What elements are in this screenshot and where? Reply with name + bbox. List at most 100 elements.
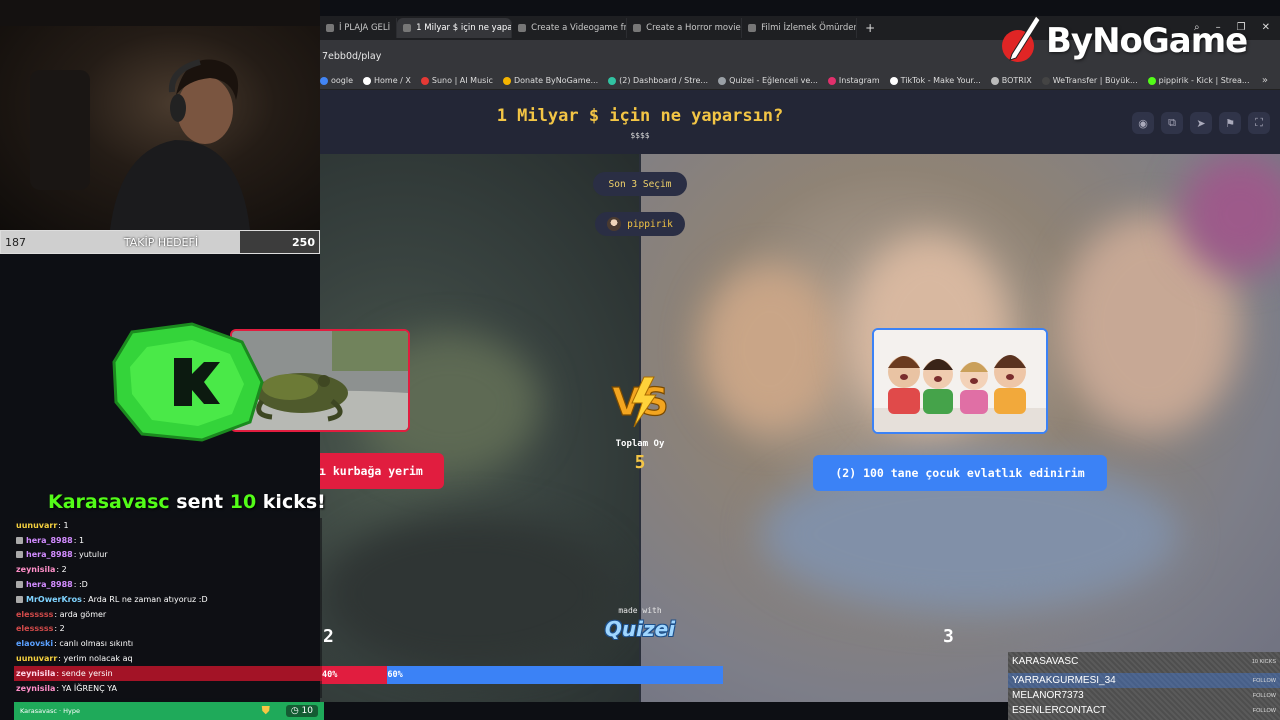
last-choices-pill[interactable]: Son 3 Seçim [593, 172, 687, 196]
browser-tab[interactable]: İ PLAJA GELİ [320, 18, 398, 38]
chat-message: zeynisila: sende yersin [14, 665, 322, 681]
chat-text: : sende yersin [56, 668, 113, 678]
browser-tab[interactable]: Filmi İzlemek Ömürden Ne [742, 18, 858, 38]
header-toolbar: ◉ ⧉ ➤ ⚑ ⛶ [1132, 112, 1270, 134]
tab-label: Create a Horror movies IV [646, 23, 743, 33]
option1-button[interactable]: (1) 3 tane canlı kurbağa yerim [320, 453, 444, 489]
chat-username[interactable]: zeynisila [16, 669, 55, 678]
bookmark-item[interactable]: WeTransfer | Büyük... [1041, 76, 1138, 85]
bookmark-label: pippirik - Kick | Strea... [1158, 76, 1250, 85]
option1-progress: 40% [320, 666, 388, 684]
shield-icon: ⛊ [261, 704, 270, 717]
chat-badge-icon [16, 536, 23, 544]
kick-alert-sent: sent [176, 491, 224, 513]
quizei-logo[interactable]: Quizei [580, 617, 700, 641]
option2-progress: 60% [387, 666, 723, 684]
bookmark-item[interactable]: Home / X [363, 76, 411, 85]
bynogame-watermark: ByNoGame [1000, 14, 1248, 68]
kicks-row-name: YARRAKGURMESI_34 [1012, 675, 1116, 686]
kicks-row-tag: FOLLOW [1252, 692, 1276, 699]
chat-text: : arda gömer [54, 609, 107, 619]
kicks-row-tag: FOLLOW [1252, 707, 1276, 714]
bookmark-item[interactable]: Suno | AI Music [420, 76, 493, 85]
browser-tab[interactable]: Create a Videogame franc [512, 18, 628, 38]
tab-label: Create a Videogame franc [531, 23, 628, 33]
chat-message: uunuvarr: 1 [14, 518, 322, 533]
option2-image[interactable] [872, 328, 1048, 434]
tab-favicon-icon [518, 24, 527, 32]
chat-message: uunuvarr: yerim nolacak aq [14, 651, 322, 666]
chat-username[interactable]: MrOwerKros [26, 595, 82, 604]
bookmark-item[interactable]: Donate ByNoGame... [502, 76, 599, 85]
bookmark-favicon-icon [320, 76, 328, 85]
chat-username[interactable]: zeynisila [16, 565, 55, 574]
kick-alert-amount: 10 [229, 491, 257, 513]
chat-text: : yutulur [73, 550, 108, 560]
close-icon[interactable]: ✕ [1262, 22, 1270, 33]
avatar [607, 217, 622, 231]
kicks-leader-name: KARASAVASC [1012, 656, 1079, 667]
chat-username[interactable]: elesssss [16, 610, 53, 619]
chat-message: hera_8988: yutulur [14, 548, 322, 563]
chat-text: : yerim nolacak aq [58, 654, 133, 664]
chat-username[interactable]: elesssss [16, 624, 53, 633]
eye-icon[interactable]: ◉ [1132, 112, 1154, 134]
chat-badge-icon [16, 551, 23, 559]
chat-message: elesssss: arda gömer [14, 607, 322, 622]
chat-text: : 1 [58, 520, 69, 530]
chat-username[interactable]: uunuvarr [16, 654, 57, 663]
kicks-leader-row: KARASAVASC 10 KICKS [1008, 654, 1280, 669]
bookmark-favicon-icon [990, 76, 999, 85]
browser-tab[interactable]: Create a Horror movies IV [627, 18, 743, 38]
bookmark-label: Home / X [374, 76, 411, 85]
fullscreen-icon[interactable]: ⛶ [1248, 112, 1270, 134]
chat-badge-icon [16, 581, 23, 589]
browser-tab[interactable]: 1 Milyar $ için ne yaparsın✕ [397, 18, 513, 38]
kicks-row-name: MELANOR7373 [1012, 690, 1084, 701]
user-pill[interactable]: pippirik [595, 212, 685, 236]
kick-logo-icon [112, 322, 264, 442]
chat-username[interactable]: hera_8988 [26, 580, 73, 589]
tab-label: 1 Milyar $ için ne yaparsın [416, 23, 513, 33]
bookmark-label: Instagram [838, 76, 880, 85]
hype-value: ◷ 10 [285, 705, 318, 717]
bookmark-label: Quizei - Eğlenceli ve... [729, 76, 818, 85]
chat-message: zeynisila: 2 [14, 562, 322, 577]
user-name: pippirik [627, 218, 673, 230]
tab-favicon-icon [748, 24, 757, 32]
chat-username[interactable]: hera_8988 [26, 550, 73, 559]
bookmark-item[interactable]: pippirik - Kick | Strea... [1147, 76, 1250, 85]
bookmark-item[interactable]: (2) Dashboard / Stre... [608, 76, 708, 85]
chat-username[interactable]: elaovski [16, 639, 53, 648]
chat-username[interactable]: uunuvarr [16, 521, 57, 530]
bookmark-item[interactable]: Quizei - Eğlenceli ve... [718, 76, 818, 85]
chat-username[interactable]: hera_8988 [26, 536, 73, 545]
kids-photo [874, 330, 1046, 432]
bookmark-item[interactable]: TikTok - Make Your... [889, 76, 981, 85]
url-text[interactable]: 7ebb0d/play [322, 51, 381, 62]
option2-button[interactable]: (2) 100 tane çocuk evlatlık edinirim [813, 455, 1107, 491]
bookmark-label: oogle [331, 76, 354, 85]
option1-percent: 40% [322, 670, 338, 680]
send-icon[interactable]: ➤ [1190, 112, 1212, 134]
hype-bar: Karasavasc · Hype ⛊ ◷ 10 [14, 702, 324, 720]
vs-icon: VS [611, 376, 669, 428]
bookmark-label: Donate ByNoGame... [513, 76, 599, 85]
chat-username[interactable]: zeynisila [16, 684, 55, 693]
hype-label: Karasavasc · Hype [20, 707, 81, 715]
bookmark-item[interactable]: oogle [320, 76, 353, 85]
pen-logo-icon [1002, 15, 1041, 62]
kicks-row-tag: FOLLOW [1252, 677, 1276, 684]
option2-vote-count: 3 [943, 626, 954, 647]
screen: İ PLAJA GELİ1 Milyar $ için ne yaparsın✕… [0, 0, 1280, 720]
follow-goal-bar: 187 TAKİP HEDEFİ 250 [0, 230, 320, 254]
kick-alert-user: Karasavasc [48, 491, 170, 513]
made-with-label: made with [618, 606, 662, 615]
bookmark-item[interactable]: BOTRIX [990, 76, 1032, 85]
bookmarks-overflow-icon[interactable]: » [1262, 75, 1268, 86]
new-tab-icon[interactable]: + [857, 21, 883, 35]
option1-vote-count: 2 [323, 626, 334, 647]
external-link-icon[interactable]: ⧉ [1161, 112, 1183, 134]
bookmark-item[interactable]: Instagram [827, 76, 880, 85]
flag-icon[interactable]: ⚑ [1219, 112, 1241, 134]
